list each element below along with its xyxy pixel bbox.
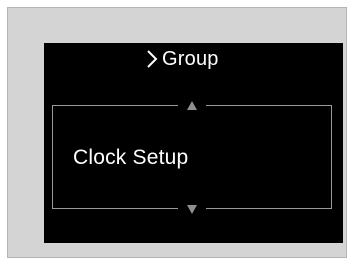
down-arrow-icon xyxy=(187,204,197,214)
scroll-up-button[interactable] xyxy=(178,97,206,113)
breadcrumb-label: Group xyxy=(162,47,219,70)
chevron-right-icon xyxy=(147,50,158,68)
up-arrow-icon xyxy=(187,100,197,110)
scroll-down-button[interactable] xyxy=(178,201,206,217)
device-bezel: Group Clock Setup xyxy=(7,7,347,258)
menu-item-label: Clock Setup xyxy=(73,146,189,169)
breadcrumb[interactable]: Group xyxy=(146,45,219,73)
display-screen: Group Clock Setup xyxy=(44,43,343,243)
menu-selection-frame[interactable]: Clock Setup xyxy=(52,97,332,217)
